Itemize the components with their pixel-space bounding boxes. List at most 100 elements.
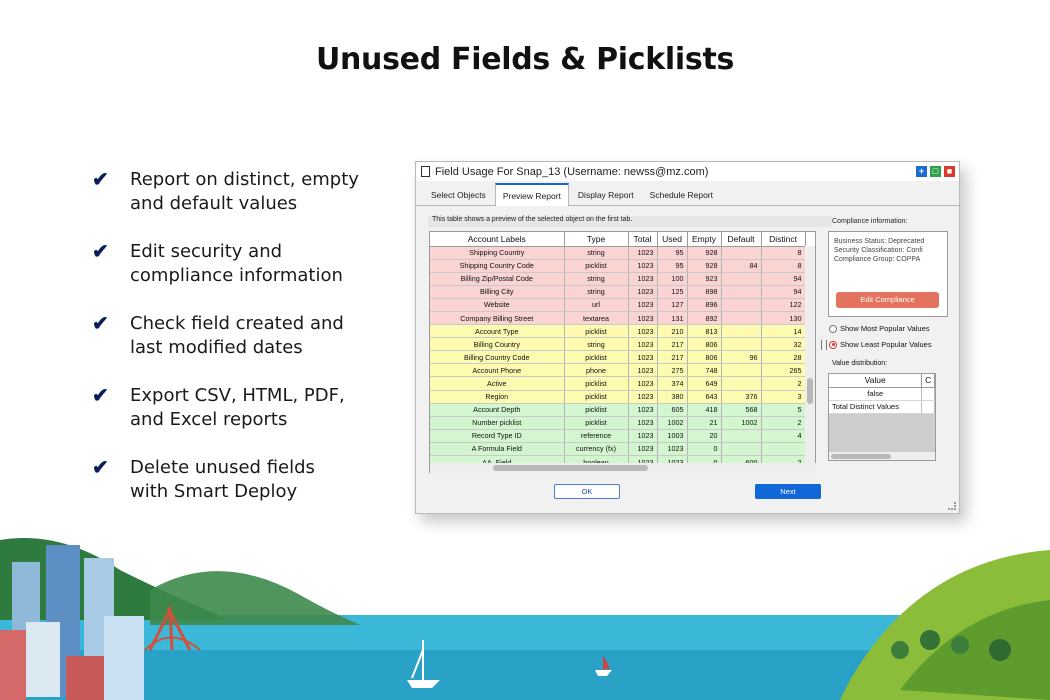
table-row[interactable]: Number picklist picklist 1023 1002 21 1002 2 [430, 416, 806, 430]
cell-distinct: 130 [761, 311, 806, 326]
window-title: Field Usage For Snap_13 (Username: newss… [435, 165, 709, 178]
cell-type: string [564, 272, 629, 286]
table-row[interactable]: Billing Country string 1023 217 806 32 [430, 337, 806, 352]
cell-type: currency (fx) [564, 442, 629, 457]
cell-empty: 896 [687, 298, 722, 312]
ok-button[interactable]: OK [554, 484, 620, 499]
feature-item: ✔ Edit security and compliance informatio… [92, 240, 382, 288]
cell-used: 131 [657, 311, 688, 326]
cell-type: picklist [564, 416, 629, 430]
cell-default: 568 [721, 403, 762, 417]
preview-table[interactable]: Account Labels Type Total Used Empty Default D… [429, 231, 816, 473]
restore-icon[interactable]: □ [930, 166, 941, 177]
distribution-scrollbar[interactable] [829, 452, 935, 460]
column-header[interactable]: Distinct [761, 232, 806, 247]
radio-button[interactable] [829, 324, 837, 333]
cell-distinct: 122 [761, 298, 806, 312]
column-header[interactable]: Total [628, 232, 658, 247]
cell-label: Billing Country [430, 337, 565, 352]
cell-distinct: 2 [761, 416, 806, 430]
value-distribution-table[interactable]: Value C false Total Distinct Values [828, 373, 936, 461]
table-row[interactable]: Website url 1023 127 896 122 [430, 298, 806, 312]
table-row[interactable]: Region picklist 1023 380 643 376 3 [430, 390, 806, 404]
horizontal-scrollbar[interactable] [429, 463, 816, 473]
maximize-icon[interactable]: + [916, 166, 927, 177]
cell-used: 95 [657, 259, 688, 273]
cell-default [721, 376, 762, 391]
table-row[interactable]: Record Type ID reference 1023 1003 20 4 [430, 429, 806, 443]
table-header-row: Account Labels Type Total Used Empty Default D… [430, 232, 806, 247]
column-header[interactable]: Used [657, 232, 688, 247]
cell-total: 1023 [628, 376, 658, 391]
cell-default: 84 [721, 259, 762, 273]
column-header[interactable]: Empty [687, 232, 722, 247]
cell-used: 95 [657, 246, 688, 260]
cell-total: 1023 [628, 246, 658, 260]
feature-text: Export CSV, HTML, PDF, and Excel reports [130, 385, 345, 430]
table-row[interactable]: Billing Country Code picklist 1023 217 806 96… [430, 350, 806, 365]
edit-compliance-button[interactable]: Edit Compliance [836, 292, 939, 308]
cell-default [721, 337, 762, 352]
radio-button-selected[interactable] [829, 340, 837, 349]
distribution-count-cell [921, 387, 935, 401]
table-row[interactable]: Shipping Country string 1023 95 928 8 [430, 246, 806, 260]
cell-default [721, 246, 762, 260]
feature-item: ✔ Export CSV, HTML, PDF, and Excel report… [92, 384, 382, 432]
cell-default [721, 442, 762, 457]
table-row[interactable]: Company Billing Street textarea 1023 131 892… [430, 311, 806, 326]
close-icon[interactable]: ■ [944, 166, 955, 177]
table-row[interactable]: Account Type picklist 1023 210 813 14 [430, 324, 806, 339]
cell-default [721, 363, 762, 378]
vertical-scrollbar[interactable] [805, 246, 815, 472]
cell-used: 374 [657, 376, 688, 391]
feature-list: ✔ Report on distinct, empty and default v… [92, 168, 382, 528]
cell-type: picklist [564, 403, 629, 417]
cell-distinct: 28 [761, 350, 806, 365]
cell-default: 376 [721, 390, 762, 404]
table-row[interactable]: A Formula Field currency (fx) 1023 1023 0 [430, 442, 806, 457]
cell-empty: 928 [687, 246, 722, 260]
cell-label: Shipping Country Code [430, 259, 565, 273]
cell-empty: 813 [687, 324, 722, 339]
column-header[interactable]: Type [564, 232, 629, 247]
tab-preview-report[interactable]: Preview Report [494, 183, 569, 206]
feature-text: Report on distinct, empty and default va… [130, 169, 359, 214]
table-row[interactable]: Account Depth picklist 1023 605 418 568 5 [430, 403, 806, 417]
splitter-handle[interactable] [821, 340, 827, 350]
cell-total: 1023 [628, 259, 658, 273]
radio-least-popular[interactable]: Show Least Popular Values [828, 340, 948, 349]
cell-default [721, 272, 762, 286]
horizontal-scroll-thumb[interactable] [493, 465, 648, 471]
column-header[interactable]: Default [721, 232, 762, 247]
cell-empty: 649 [687, 376, 722, 391]
cell-type: phone [564, 363, 629, 378]
table-row[interactable]: Billing Zip/Postal Code string 1023 100 923 9… [430, 272, 806, 286]
cell-used: 1002 [657, 416, 688, 430]
cell-default [721, 298, 762, 312]
cell-type: textarea [564, 311, 629, 326]
compliance-info-box: Business Status: Deprecated Security Cla… [828, 231, 948, 317]
cell-total: 1023 [628, 403, 658, 417]
table-row[interactable]: Account Phone phone 1023 275 748 265 [430, 363, 806, 378]
tab-bar: Select Objects Preview Report Display Repo… [416, 181, 959, 206]
table-row[interactable]: Active picklist 1023 374 649 2 [430, 376, 806, 391]
table-row[interactable]: Billing City string 1023 125 898 94 [430, 285, 806, 299]
tab-schedule-report[interactable]: Schedule Report [643, 184, 720, 205]
tab-select-objects[interactable]: Select Objects [424, 184, 493, 205]
window-titlebar: Field Usage For Snap_13 (Username: newss… [416, 162, 959, 181]
column-header[interactable]: Account Labels [430, 232, 565, 247]
preview-note: This table shows a preview of the select… [428, 216, 832, 227]
tab-display-report[interactable]: Display Report [571, 184, 641, 205]
next-button[interactable]: Next [755, 484, 821, 499]
vertical-scroll-thumb[interactable] [807, 378, 813, 404]
radio-most-popular[interactable]: Show Most Popular Values [828, 324, 948, 333]
cell-empty: 20 [687, 429, 722, 443]
distribution-label: Value distribution: [832, 360, 888, 367]
distribution-scroll-thumb[interactable] [831, 454, 891, 459]
compliance-line: Business Status: Deprecated [834, 238, 925, 245]
cell-default: 1002 [721, 416, 762, 430]
table-row[interactable]: Shipping Country Code picklist 1023 95 928 84… [430, 259, 806, 273]
cell-distinct: 94 [761, 285, 806, 299]
feature-item: ✔ Delete unused fields with Smart Deploy [92, 456, 382, 504]
cell-used: 217 [657, 350, 688, 365]
